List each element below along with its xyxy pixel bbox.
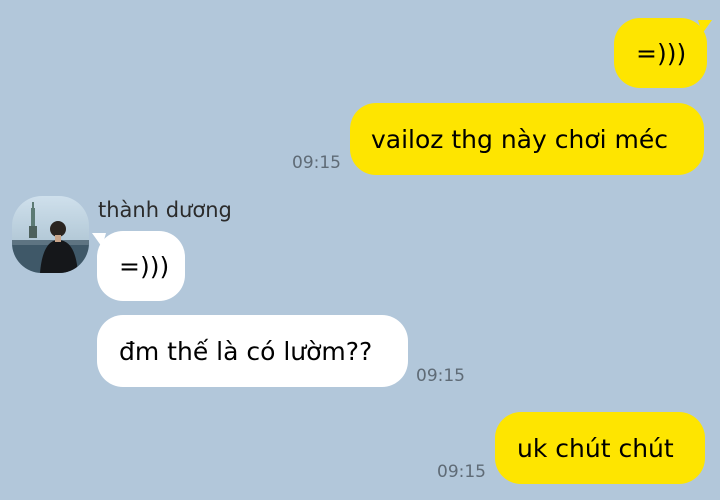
bubble-tail-icon [92,233,106,247]
message-bubble-outgoing[interactable]: =))) [614,18,707,88]
sender-name: thành dương [98,198,232,222]
message-text: đm thế là có lườm?? [119,336,373,366]
message-bubble-incoming[interactable]: =))) [97,231,185,301]
profile-photo-avatar [12,196,89,273]
message-text: =))) [119,251,170,281]
message-timestamp: 09:15 [416,366,465,386]
message-timestamp: 09:15 [437,462,486,482]
message-text: vailoz thg này chơi méc [371,124,668,154]
message-timestamp: 09:15 [292,153,341,173]
chat-thread: =))) vailoz thg này chơi méc 09:15 thành… [0,0,720,500]
bubble-tail-icon [698,20,712,34]
message-bubble-outgoing[interactable]: uk chút chút [495,412,705,484]
message-text: uk chút chút [517,433,674,463]
avatar[interactable] [12,196,89,273]
message-text: =))) [636,38,687,68]
message-bubble-incoming[interactable]: đm thế là có lườm?? [97,315,408,387]
message-bubble-outgoing[interactable]: vailoz thg này chơi méc [350,103,704,175]
